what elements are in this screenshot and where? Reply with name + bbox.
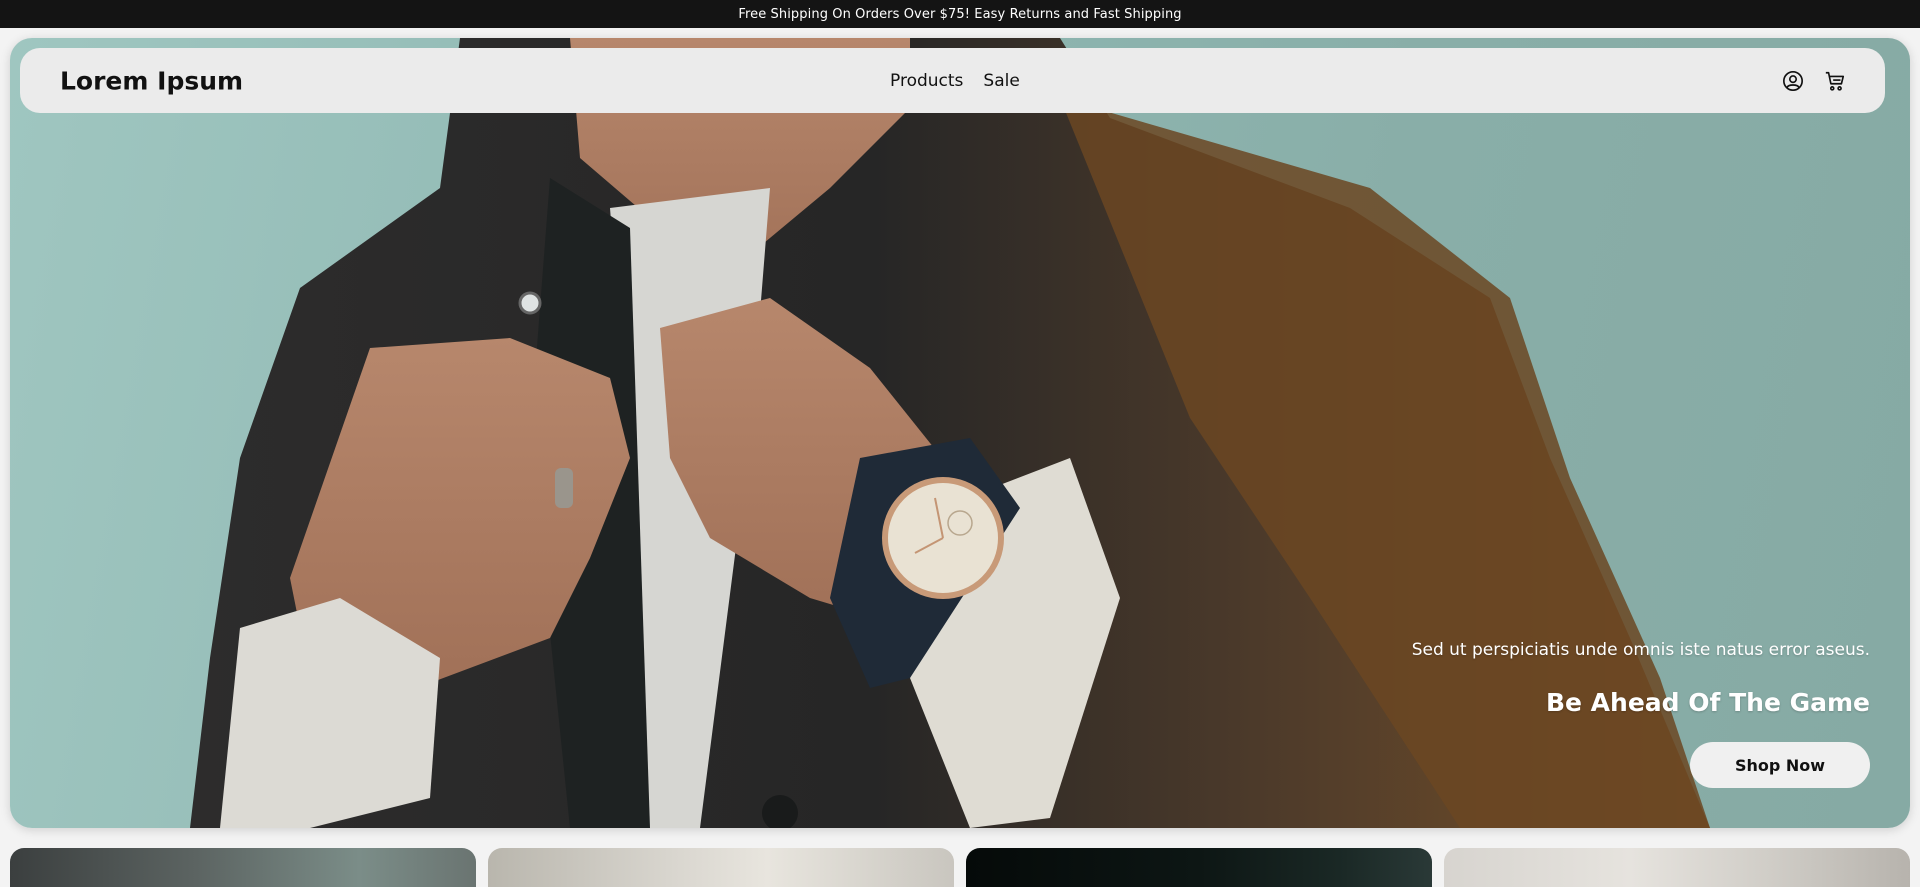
account-icon[interactable] bbox=[1781, 69, 1805, 93]
header-icons bbox=[1781, 69, 1847, 93]
main-nav: Products Sale bbox=[890, 71, 1020, 91]
cart-icon[interactable] bbox=[1823, 69, 1847, 93]
category-card[interactable] bbox=[10, 848, 476, 887]
announcement-text: Free Shipping On Orders Over $75! Easy R… bbox=[738, 6, 1182, 22]
announcement-bar: Free Shipping On Orders Over $75! Easy R… bbox=[0, 0, 1920, 28]
category-card[interactable] bbox=[488, 848, 954, 887]
hero-title: Be Ahead Of The Game bbox=[1545, 688, 1870, 717]
category-card[interactable] bbox=[966, 848, 1432, 887]
category-cards bbox=[10, 848, 1910, 887]
category-card[interactable] bbox=[1444, 848, 1910, 887]
nav-link-products[interactable]: Products bbox=[890, 71, 963, 91]
hero-subtitle: Sed ut perspiciatis unde omnis iste natu… bbox=[1411, 640, 1870, 660]
brand-logo[interactable]: Lorem Ipsum bbox=[60, 66, 243, 95]
site-header: Lorem Ipsum Products Sale bbox=[20, 48, 1885, 113]
nav-link-sale[interactable]: Sale bbox=[983, 71, 1019, 91]
shop-now-button[interactable]: Shop Now bbox=[1690, 742, 1870, 788]
